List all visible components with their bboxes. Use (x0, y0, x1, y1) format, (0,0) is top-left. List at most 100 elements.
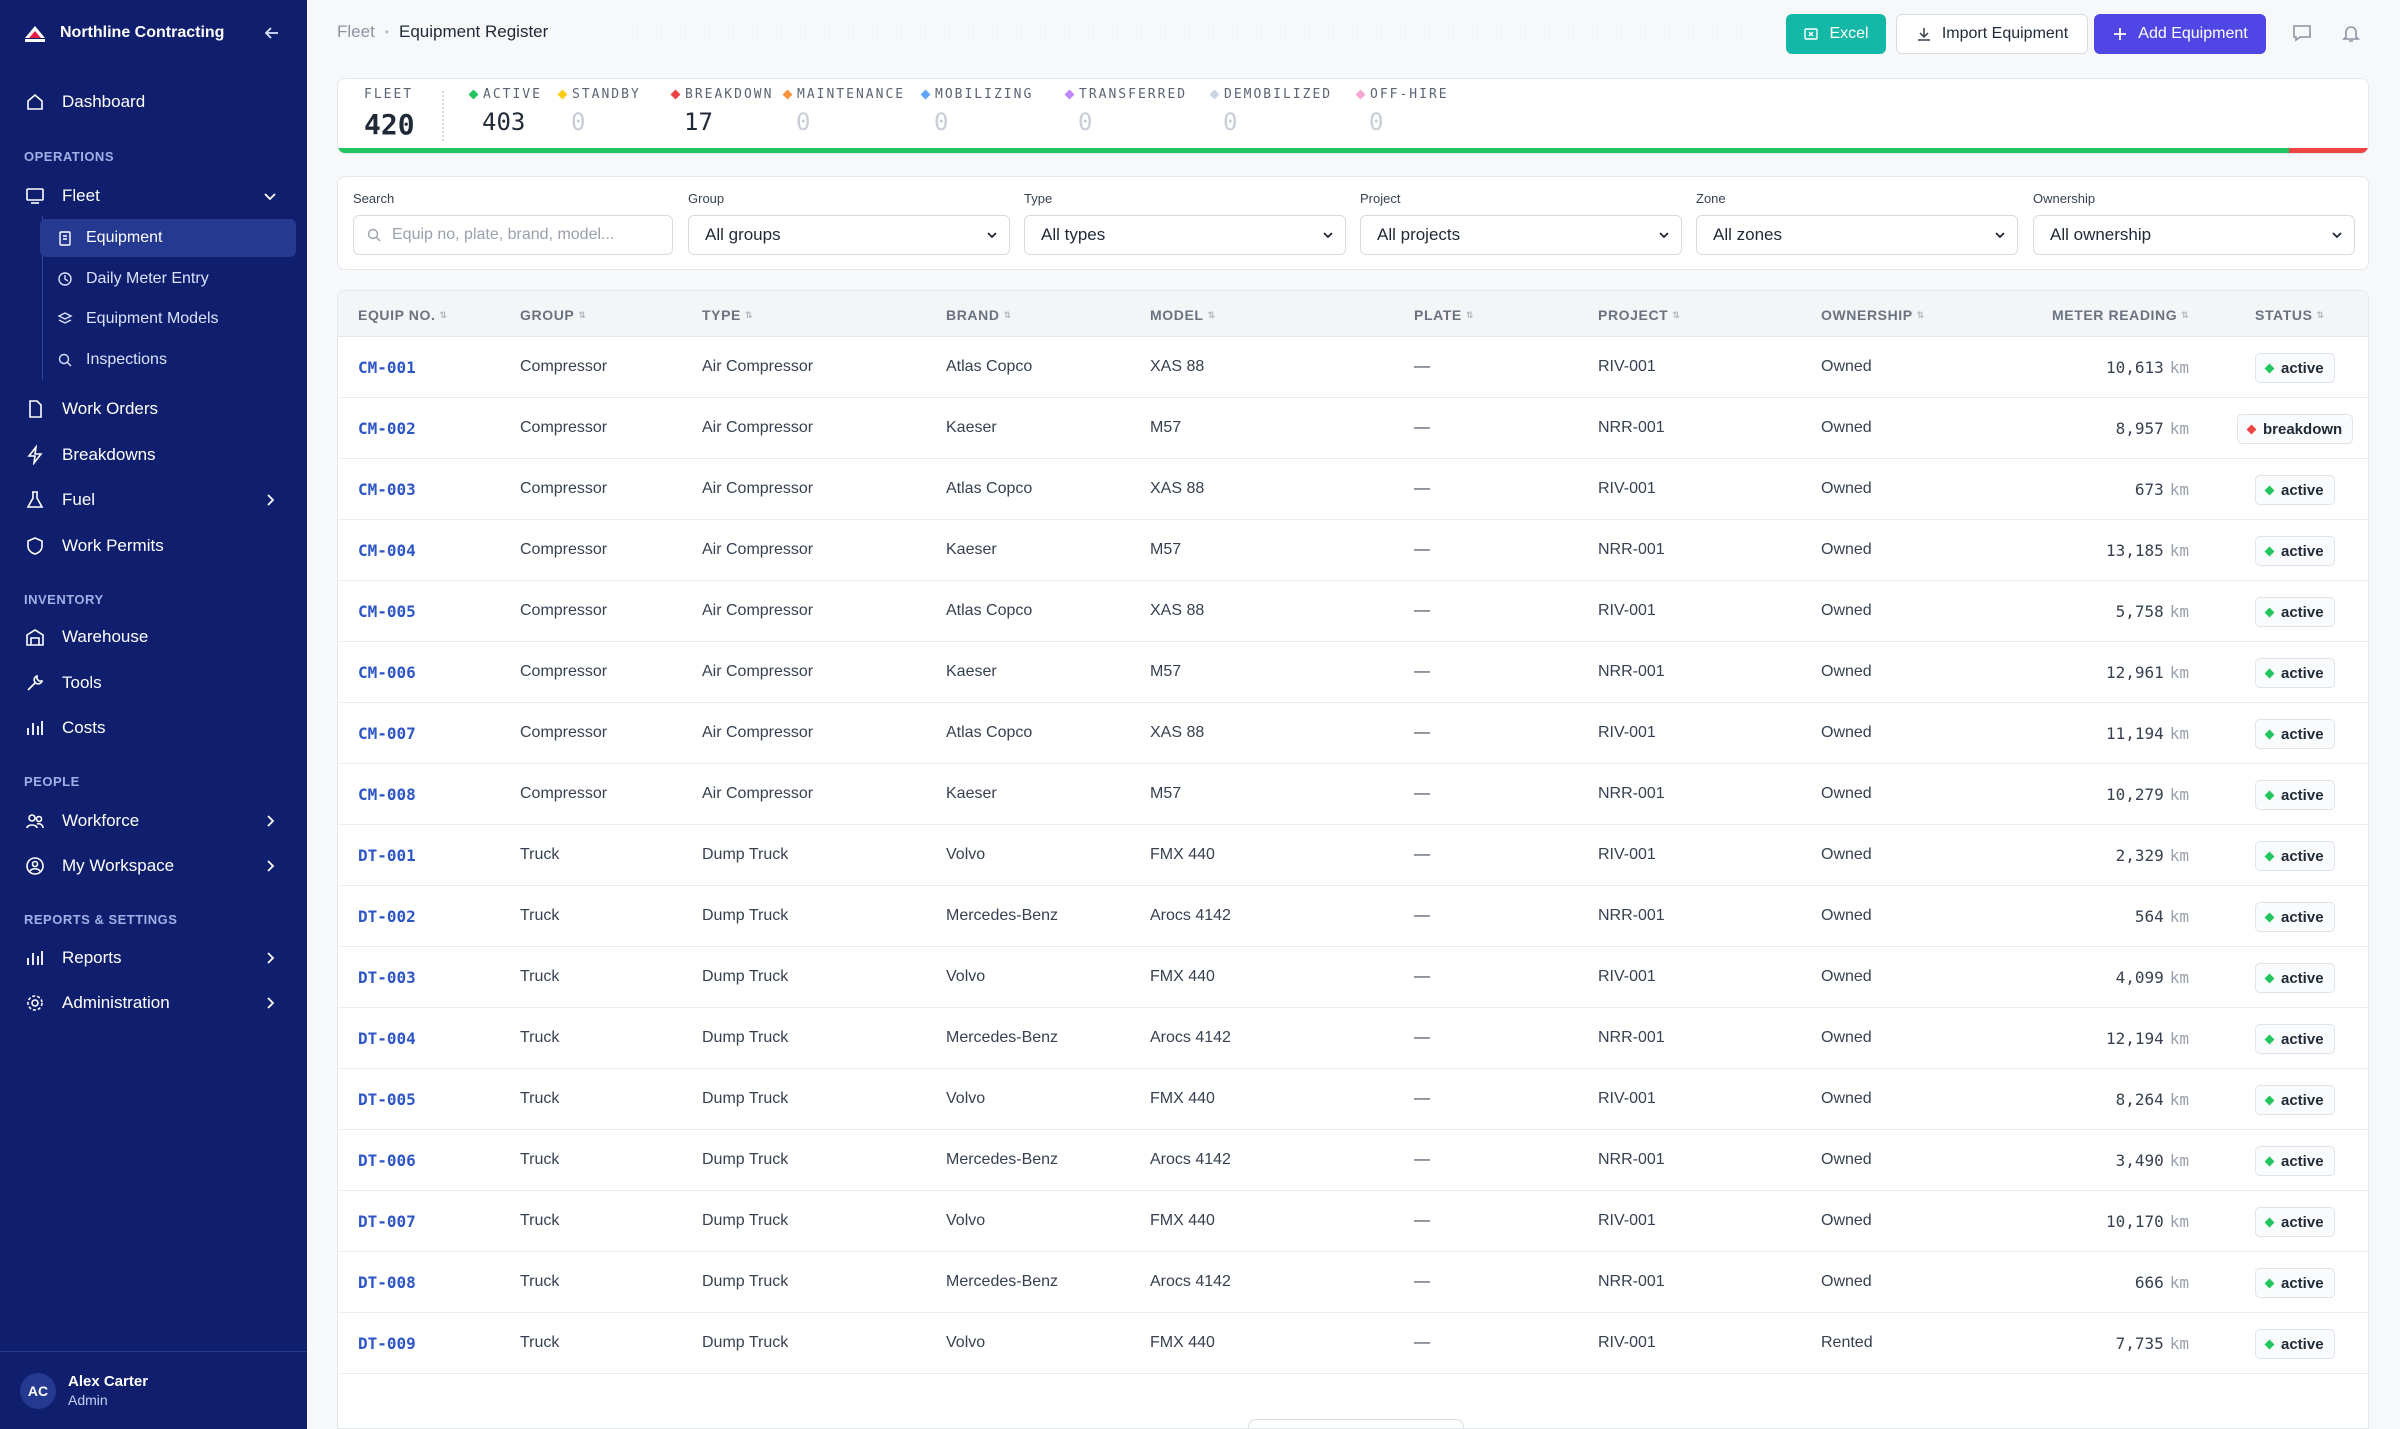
table-row[interactable]: CM-004 Compressor Air Compressor Kaeser M57 —… (338, 520, 2368, 581)
cell-equip[interactable]: CM-003 (358, 480, 416, 499)
stat-label-text: BREAKDOWN (685, 87, 774, 102)
import-equipment-button[interactable]: Import Equipment (1896, 14, 2088, 54)
stat-demobilized[interactable]: DEMOBILIZED 0 (1209, 87, 1332, 136)
column-header-project[interactable]: PROJECT ⇅ (1598, 307, 1680, 323)
add-equipment-button[interactable]: Add Equipment (2094, 14, 2266, 54)
nav-workforce[interactable]: Workforce (0, 801, 307, 841)
cell-equip[interactable]: DT-009 (358, 1334, 416, 1353)
stat-off-hire[interactable]: OFF-HIRE 0 (1355, 87, 1449, 136)
table-row[interactable]: DT-008 Truck Dump Truck Mercedes-Benz Arocs … (338, 1252, 2368, 1313)
cell-equip[interactable]: CM-008 (358, 785, 416, 804)
nav-warehouse[interactable]: Warehouse (0, 617, 307, 657)
cell-equip[interactable]: DT-004 (358, 1029, 416, 1048)
stat-label: TRANSFERRED (1064, 87, 1187, 102)
status-diamond-icon (1209, 89, 1220, 100)
table-row[interactable]: DT-001 Truck Dump Truck Volvo FMX 440 — RIV-00… (338, 825, 2368, 886)
table-row[interactable]: DT-007 Truck Dump Truck Volvo FMX 440 — RIV-00… (338, 1191, 2368, 1252)
stat-standby[interactable]: STANDBY 0 (557, 87, 641, 136)
user-profile[interactable]: AC Alex Carter Admin (0, 1351, 307, 1429)
nav-costs[interactable]: Costs (0, 708, 307, 748)
cell-model: FMX 440 (1150, 1334, 1215, 1351)
excel-export-button[interactable]: Excel (1786, 14, 1886, 54)
cell-equip[interactable]: DT-002 (358, 907, 416, 926)
nav-equipment-models[interactable]: Equipment Models (40, 300, 296, 338)
nav-tools[interactable]: Tools (0, 663, 307, 703)
nav-fleet[interactable]: Fleet (0, 176, 307, 216)
type-select[interactable]: All types (1024, 215, 1346, 255)
nav-reports[interactable]: Reports (0, 938, 307, 978)
column-header-group[interactable]: GROUP ⇅ (520, 307, 587, 323)
nav-work-orders[interactable]: Work Orders (0, 389, 307, 429)
table-row[interactable]: DT-006 Truck Dump Truck Mercedes-Benz Arocs … (338, 1130, 2368, 1191)
table-row[interactable]: DT-002 Truck Dump Truck Mercedes-Benz Arocs … (338, 886, 2368, 947)
column-header-model[interactable]: MODEL ⇅ (1150, 307, 1216, 323)
table-row[interactable]: DT-009 Truck Dump Truck Volvo FMX 440 — RIV-00… (338, 1313, 2368, 1374)
table-row[interactable]: DT-005 Truck Dump Truck Volvo FMX 440 — RIV-00… (338, 1069, 2368, 1130)
table-row[interactable]: CM-008 Compressor Air Compressor Kaeser M57 —… (338, 764, 2368, 825)
column-header-plate[interactable]: PLATE ⇅ (1414, 307, 1474, 323)
stat-mobilizing[interactable]: MOBILIZING 0 (920, 87, 1033, 136)
column-header-ownership[interactable]: OWNERSHIP ⇅ (1821, 307, 1925, 323)
nav-dashboard[interactable]: Dashboard (0, 82, 307, 122)
table-row[interactable]: DT-004 Truck Dump Truck Mercedes-Benz Arocs … (338, 1008, 2368, 1069)
project-select[interactable]: All projects (1360, 215, 1682, 255)
cell-brand: Kaeser (946, 541, 997, 558)
cell-equip[interactable]: DT-007 (358, 1212, 416, 1231)
cell-equip[interactable]: CM-005 (358, 602, 416, 621)
collapse-sidebar-button[interactable] (259, 20, 285, 46)
stat-active[interactable]: ACTIVE 403 (468, 87, 542, 136)
table-row[interactable]: CM-005 Compressor Air Compressor Atlas Copc… (338, 581, 2368, 642)
group-value: All groups (705, 225, 781, 244)
cell-equip[interactable]: DT-006 (358, 1151, 416, 1170)
nav-work-permits[interactable]: Work Permits (0, 526, 307, 566)
table-row[interactable]: CM-003 Compressor Air Compressor Atlas Copc… (338, 459, 2368, 520)
stat-breakdown[interactable]: BREAKDOWN 17 (670, 87, 774, 136)
table-row[interactable]: CM-001 Compressor Air Compressor Atlas Copc… (338, 337, 2368, 398)
group-select[interactable]: All groups (688, 215, 1010, 255)
cell-plate: — (1414, 785, 1430, 802)
cell-brand: Volvo (946, 1334, 986, 1351)
cell-project: NRR-001 (1598, 1151, 1665, 1168)
cell-equip[interactable]: DT-008 (358, 1273, 416, 1292)
cell-equip[interactable]: CM-002 (358, 419, 416, 438)
cell-equip[interactable]: CM-004 (358, 541, 416, 560)
table-row[interactable]: DT-003 Truck Dump Truck Volvo FMX 440 — RIV-00… (338, 947, 2368, 1008)
ownership-select[interactable]: All ownership (2033, 215, 2355, 255)
cell-equip[interactable]: CM-001 (358, 358, 416, 377)
column-header-type[interactable]: TYPE ⇅ (702, 307, 753, 323)
cell-meter-reading: 3,490 km (1969, 1151, 2189, 1170)
notifications-button[interactable] (2338, 20, 2364, 46)
table-row[interactable]: CM-007 Compressor Air Compressor Atlas Copc… (338, 703, 2368, 764)
table-row[interactable]: CM-002 Compressor Air Compressor Kaeser M57 —… (338, 398, 2368, 459)
cell-equip[interactable]: CM-006 (358, 663, 416, 682)
column-header-equip-no[interactable]: EQUIP NO. ⇅ (358, 307, 448, 323)
nav-daily-meter-entry[interactable]: Daily Meter Entry (40, 260, 296, 298)
cell-equip[interactable]: CM-007 (358, 724, 416, 743)
cell-equip[interactable]: DT-001 (358, 846, 416, 865)
page-title: Equipment Register (399, 22, 549, 41)
stat-transferred[interactable]: TRANSFERRED 0 (1064, 87, 1187, 136)
nav-inspections[interactable]: Inspections (40, 341, 296, 379)
messages-button[interactable] (2289, 20, 2315, 46)
column-header-status[interactable]: STATUS ⇅ (2255, 307, 2325, 323)
cell-plate: — (1414, 968, 1430, 985)
zone-select[interactable]: All zones (1696, 215, 2018, 255)
nav-breakdowns[interactable]: Breakdowns (0, 435, 307, 475)
column-header-meter-reading[interactable]: METER READING ⇅ (2052, 307, 2189, 323)
header-decoration (637, 28, 1757, 36)
nav-administration[interactable]: Administration (0, 983, 307, 1023)
column-header-brand[interactable]: BRAND ⇅ (946, 307, 1012, 323)
breadcrumb-parent[interactable]: Fleet (337, 22, 375, 42)
nav-fuel[interactable]: Fuel (0, 480, 307, 520)
status-badge: active (2255, 536, 2335, 566)
cell-equip[interactable]: DT-003 (358, 968, 416, 987)
stat-maintenance[interactable]: MAINTENANCE 0 (782, 87, 905, 136)
pagination-control[interactable] (1248, 1419, 1464, 1428)
nav-equipment[interactable]: Equipment (40, 219, 296, 257)
nav-my-workspace[interactable]: My Workspace (0, 846, 307, 886)
cell-brand: Mercedes-Benz (946, 1151, 1059, 1168)
stat-label: DEMOBILIZED (1209, 87, 1332, 102)
cell-equip[interactable]: DT-005 (358, 1090, 416, 1109)
table-row[interactable]: CM-006 Compressor Air Compressor Kaeser M57 —… (338, 642, 2368, 703)
search-input[interactable]: Equip no, plate, brand, model... (353, 215, 673, 255)
